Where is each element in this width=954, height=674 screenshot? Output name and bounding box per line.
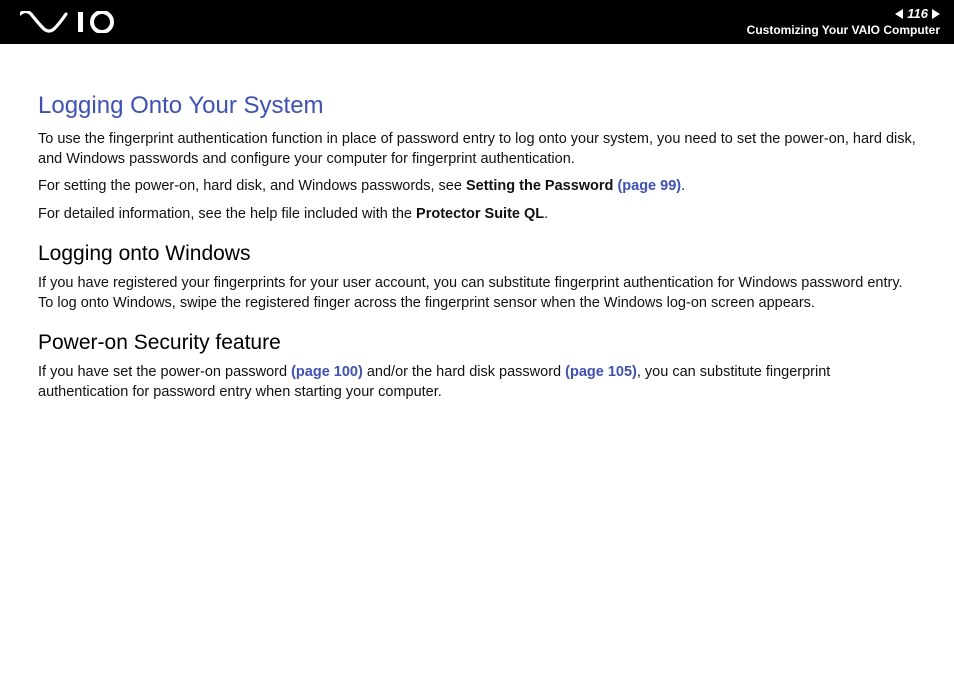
- paragraph-5: If you have set the power-on password (p…: [38, 363, 920, 402]
- text: .: [681, 178, 685, 194]
- link-page-100[interactable]: (page 100): [291, 364, 363, 380]
- bold-text: Protector Suite QL: [416, 206, 544, 222]
- page-title: Logging Onto Your System: [38, 92, 920, 120]
- link-page-105[interactable]: (page 105): [565, 364, 637, 380]
- subheading-windows: Logging onto Windows: [38, 242, 920, 266]
- text: and/or the hard disk password: [363, 364, 565, 380]
- paragraph-2: For setting the power-on, hard disk, and…: [38, 177, 920, 197]
- vaio-logo: [20, 11, 130, 33]
- subheading-poweron: Power-on Security feature: [38, 331, 920, 355]
- next-page-icon[interactable]: [932, 9, 940, 19]
- paragraph-1: To use the fingerprint authentication fu…: [38, 130, 920, 169]
- paragraph-4: If you have registered your fingerprints…: [38, 274, 920, 313]
- text: .: [544, 206, 548, 222]
- text: For setting the power-on, hard disk, and…: [38, 178, 466, 194]
- section-label: Customizing Your VAIO Computer: [747, 23, 940, 39]
- header-right: 116 Customizing Your VAIO Computer: [747, 6, 940, 38]
- text: If you have set the power-on password: [38, 364, 291, 380]
- link-page-99[interactable]: (page 99): [617, 178, 681, 194]
- paragraph-3: For detailed information, see the help f…: [38, 205, 920, 225]
- page-header: 116 Customizing Your VAIO Computer: [0, 0, 954, 44]
- page-content: Logging Onto Your System To use the fing…: [0, 44, 954, 403]
- page-number-nav: 116: [747, 6, 940, 23]
- text: For detailed information, see the help f…: [38, 206, 416, 222]
- bold-text: Setting the Password: [466, 178, 617, 194]
- prev-page-icon[interactable]: [895, 9, 903, 19]
- page-number: 116: [907, 6, 928, 23]
